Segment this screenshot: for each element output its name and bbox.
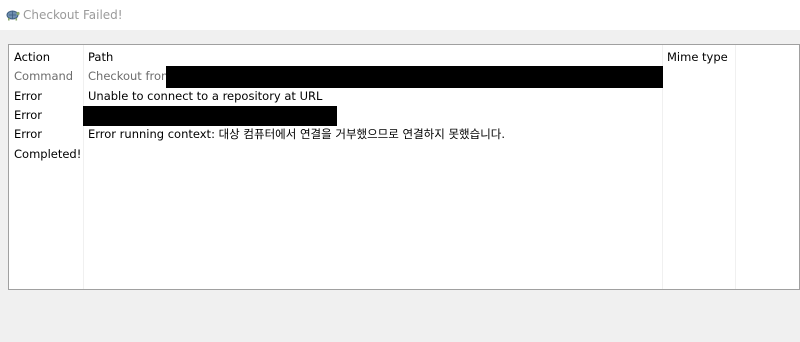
row-action[interactable]: Error (14, 87, 42, 106)
row-action[interactable]: Error (14, 125, 42, 144)
row-path[interactable]: Checkout from (88, 67, 172, 86)
row-path[interactable]: Unable to connect to a repository at URL (88, 87, 322, 106)
column-divider (83, 45, 84, 289)
redaction-block (166, 66, 663, 88)
log-list[interactable]: Action Path Mime type Command Checkout f… (8, 44, 800, 290)
column-header-mime-type[interactable]: Mime type (667, 48, 728, 67)
window-title: Checkout Failed! (23, 8, 123, 22)
title-bar: Checkout Failed! (0, 0, 800, 30)
redaction-block (83, 106, 337, 126)
row-action[interactable]: Command (14, 67, 73, 86)
row-action[interactable]: Completed! (14, 145, 81, 164)
tortoise-icon (6, 10, 20, 21)
row-action[interactable]: Error (14, 106, 42, 125)
row-path[interactable]: Error running context: 대상 컴퓨터에서 연결을 거부했으… (88, 125, 505, 144)
column-header-action[interactable]: Action (14, 48, 50, 67)
column-header-path[interactable]: Path (88, 48, 113, 67)
column-divider (735, 45, 736, 289)
